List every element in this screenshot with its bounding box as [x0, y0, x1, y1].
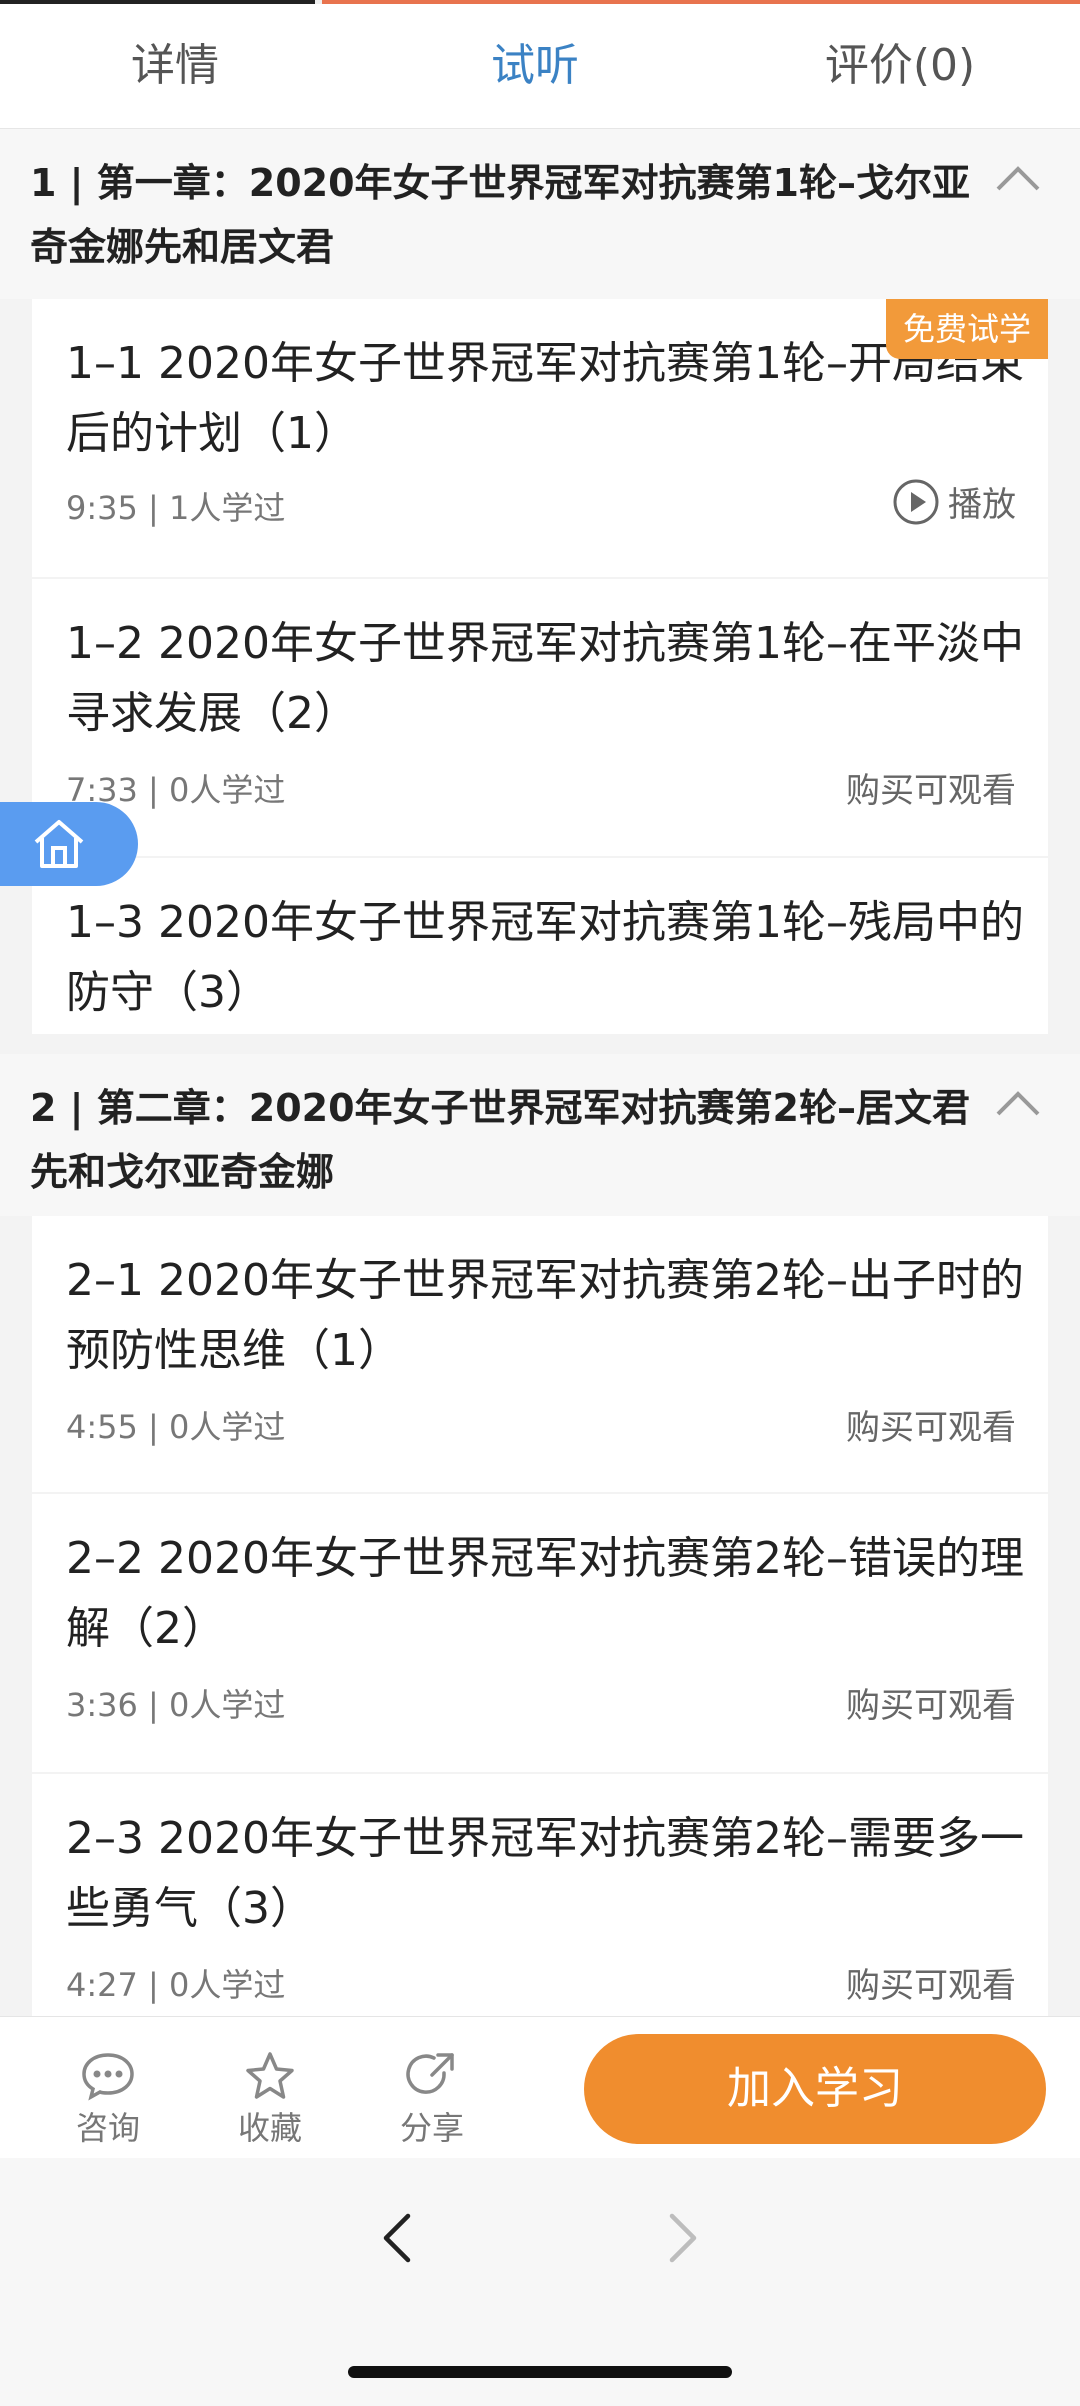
lesson-item[interactable]: 2–2 2020年女子世界冠军对抗赛第2轮–错误的理解（2） 3:36 | 0人… [32, 1494, 1048, 1772]
lesson-title: 1–3 2020年女子世界冠军对抗赛第1轮–残局中的防守（3） [66, 897, 1024, 1018]
lesson-title: 2–2 2020年女子世界冠军对抗赛第2轮–错误的理解（2） [66, 1533, 1024, 1654]
lesson-item[interactable]: 2–3 2020年女子世界冠军对抗赛第2轮–需要多一些勇气（3） 4:27 | … [32, 1774, 1048, 2016]
back-arrow-icon[interactable] [378, 2210, 418, 2266]
lesson-title: 1–2 2020年女子世界冠军对抗赛第1轮–在平淡中寻求发展（2） [66, 618, 1024, 739]
consult-label: 咨询 [75, 2109, 140, 2147]
tab-preview[interactable]: 试听 [350, 4, 720, 128]
chapter-header-1[interactable]: 1 | 第一章：2020年女子世界冠军对抗赛第1轮–戈尔亚奇金娜先和居文君 [0, 129, 1080, 299]
chapter-title: 1 | 第一章：2020年女子世界冠军对抗赛第1轮–戈尔亚奇金娜先和居文君 [30, 161, 970, 269]
buy-to-watch-label[interactable]: 购买可观看 [846, 1958, 1016, 2007]
chapter-title: 2 | 第二章：2020年女子世界冠军对抗赛第2轮–居文君先和戈尔亚奇金娜 [30, 1086, 970, 1194]
share-label: 分享 [399, 2109, 464, 2147]
tab-reviews[interactable]: 评价(0) [720, 4, 1080, 128]
play-label: 播放 [948, 485, 1016, 525]
join-study-button[interactable]: 加入学习 [584, 2034, 1046, 2144]
lesson-item[interactable]: 1–1 2020年女子世界冠军对抗赛第1轮–开局结束后的计划（1） 免费试学 9… [32, 299, 1048, 577]
star-icon [246, 2052, 294, 2099]
tab-bar: 详情 试听 评价(0) [0, 4, 1080, 129]
lesson-item[interactable]: 2–1 2020年女子世界冠军对抗赛第2轮–出子时的预防性思维（1） 4:55 … [32, 1216, 1048, 1492]
share-button[interactable]: 分享 [372, 2051, 492, 2149]
free-trial-badge: 免费试学 [886, 299, 1048, 359]
home-icon [34, 820, 84, 868]
buy-to-watch-label[interactable]: 购买可观看 [846, 763, 1016, 812]
favorite-label: 收藏 [237, 2109, 302, 2147]
lesson-title: 2–3 2020年女子世界冠军对抗赛第2轮–需要多一些勇气（3） [66, 1813, 1024, 1934]
chevron-up-icon[interactable] [994, 163, 1042, 193]
play-button[interactable]: 播放 [892, 477, 1016, 526]
lesson-meta: 3:36 | 0人学过 [66, 1686, 286, 1724]
forward-arrow-icon[interactable] [662, 2210, 702, 2266]
buy-to-watch-label[interactable]: 购买可观看 [846, 1400, 1016, 1449]
home-button[interactable] [0, 802, 138, 886]
home-indicator [348, 2366, 732, 2378]
chapter-header-2[interactable]: 2 | 第二章：2020年女子世界冠军对抗赛第2轮–居文君先和戈尔亚奇金娜 [0, 1054, 1080, 1216]
lesson-meta: 4:55 | 0人学过 [66, 1408, 286, 1446]
lesson-meta: 9:35 | 1人学过 [66, 489, 286, 527]
chat-icon [82, 2053, 134, 2101]
lesson-item[interactable]: 1–3 2020年女子世界冠军对抗赛第1轮–残局中的防守（3） [32, 858, 1048, 1034]
lesson-meta: 4:27 | 0人学过 [66, 1966, 286, 2004]
play-icon [893, 479, 939, 524]
consult-button[interactable]: 咨询 [48, 2051, 168, 2149]
share-icon [406, 2053, 454, 2094]
tab-details[interactable]: 详情 [0, 4, 350, 128]
lesson-title: 1–1 2020年女子世界冠军对抗赛第1轮–开局结束后的计划（1） [66, 338, 1024, 459]
favorite-button[interactable]: 收藏 [210, 2051, 330, 2149]
lesson-item[interactable]: 1–2 2020年女子世界冠军对抗赛第1轮–在平淡中寻求发展（2） 7:33 |… [32, 579, 1048, 856]
chevron-up-icon[interactable] [994, 1088, 1042, 1118]
lesson-title: 2–1 2020年女子世界冠军对抗赛第2轮–出子时的预防性思维（1） [66, 1255, 1024, 1376]
buy-to-watch-label[interactable]: 购买可观看 [846, 1678, 1016, 1727]
